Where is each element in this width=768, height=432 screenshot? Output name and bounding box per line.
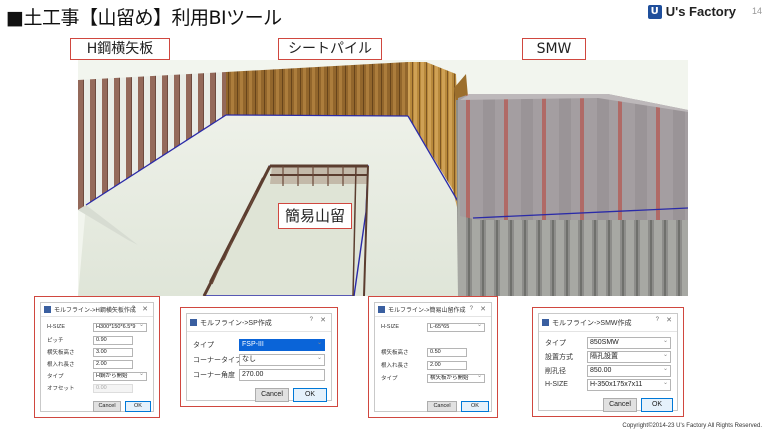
- field-label: オフセット: [47, 386, 75, 392]
- smw-dialog-frame: モルフライン->SMW作成 ? ✕ タイプ 850SMW 設置方式 隔孔設置 削…: [532, 307, 684, 417]
- field-row: 横矢板高さ 0.50: [381, 347, 485, 357]
- field-label: 削孔径: [545, 367, 566, 375]
- field-row: H-SIZE L-65*65: [381, 322, 485, 332]
- dialog-title: モルフライン->SMW作成: [552, 319, 632, 327]
- field-label: コーナータイプ: [193, 356, 242, 364]
- field-label: 根入れ長さ: [47, 362, 75, 368]
- cancel-button[interactable]: Cancel: [255, 388, 289, 402]
- install-method-select[interactable]: 隔孔設置: [587, 350, 671, 363]
- lagging-height-input[interactable]: 0.50: [427, 347, 467, 357]
- field-row: 根入れ長さ 2.00: [47, 359, 147, 369]
- ok-button[interactable]: OK: [641, 398, 673, 412]
- page-title: ■土工事【山留め】利用BIツール: [6, 7, 282, 29]
- close-icon[interactable]: ✕: [142, 305, 148, 313]
- bore-diameter-select[interactable]: 850.00: [587, 364, 671, 377]
- type-select[interactable]: 横矢板から開始: [427, 373, 485, 383]
- dialog-titlebar: モルフライン->H鋼横矢板作成 ? ✕: [41, 303, 153, 317]
- ok-button[interactable]: OK: [293, 388, 327, 402]
- close-icon[interactable]: ✕: [666, 316, 672, 324]
- smw-dialog: モルフライン->SMW作成 ? ✕ タイプ 850SMW 設置方式 隔孔設置 削…: [538, 313, 678, 412]
- field-row: H-SIZE H-350x175x7x11: [545, 378, 671, 391]
- field-row: ピッチ 0.90: [47, 335, 147, 345]
- help-icon[interactable]: ?: [132, 306, 135, 312]
- field-label: 根入れ長さ: [381, 363, 409, 369]
- type-select[interactable]: 850SMW: [587, 336, 671, 349]
- offset-input[interactable]: 0.00: [93, 383, 133, 393]
- dialog-title: モルフライン->簡易山留作成: [388, 308, 466, 314]
- hsteel-dialog: モルフライン->H鋼横矢板作成 ? ✕ H-SIZE H300*150*6.5*…: [40, 302, 154, 412]
- label-smw: SMW: [522, 38, 586, 60]
- brand-name: U's Factory: [665, 4, 736, 19]
- type-select[interactable]: H鋼から開始: [93, 371, 147, 381]
- pitch-input[interactable]: 0.90: [93, 335, 133, 345]
- help-icon[interactable]: ?: [656, 317, 659, 323]
- field-label: 設置方式: [545, 353, 573, 361]
- ok-button[interactable]: OK: [125, 401, 151, 412]
- field-row: コーナータイプ なし: [193, 353, 325, 366]
- dialog-title: モルフライン->H鋼横矢板作成: [54, 308, 136, 314]
- app-icon: [378, 306, 385, 313]
- label-simple-shoring: 簡易山留: [278, 203, 352, 229]
- field-row: H-SIZE H300*150*6.5*9: [47, 322, 147, 332]
- field-label: H-SIZE: [47, 324, 66, 330]
- field-row: オフセット 0.00: [47, 383, 147, 393]
- corner-type-select[interactable]: なし: [239, 353, 325, 366]
- dialog-titlebar: モルフライン->SP作成 ? ✕: [187, 314, 331, 332]
- field-label: H-SIZE: [381, 324, 400, 330]
- field-label: 横矢板高さ: [47, 350, 75, 356]
- field-row: 削孔径 850.00: [545, 364, 671, 377]
- dialog-title: モルフライン->SP作成: [200, 319, 272, 327]
- dialog-titlebar: モルフライン->簡易山留作成 ? ✕: [375, 303, 491, 317]
- app-icon: [190, 319, 197, 326]
- field-label: タイプ: [193, 341, 214, 349]
- label-sheet-pile: シートパイル: [278, 38, 382, 60]
- field-row: タイプ H鋼から開始: [47, 371, 147, 381]
- field-row: タイプ 横矢板から開始: [381, 373, 485, 383]
- sp-dialog-frame: モルフライン->SP作成 ? ✕ タイプ FSP-III コーナータイプ なし …: [180, 307, 338, 407]
- copyright: Copyright©2014-23 U's Factory All Rights…: [622, 423, 762, 429]
- corner-angle-input[interactable]: 270.00: [239, 368, 325, 381]
- field-row: コーナー角度 270.00: [193, 368, 325, 381]
- h-size-select[interactable]: L-65*65: [427, 322, 485, 332]
- field-label: タイプ: [47, 374, 64, 380]
- lagging-height-input[interactable]: 3.00: [93, 347, 133, 357]
- hsteel-dialog-frame: モルフライン->H鋼横矢板作成 ? ✕ H-SIZE H300*150*6.5*…: [34, 296, 160, 418]
- field-label: タイプ: [545, 339, 566, 347]
- dialog-titlebar: モルフライン->SMW作成 ? ✕: [539, 314, 677, 332]
- help-icon[interactable]: ?: [310, 317, 313, 323]
- page-number: 14: [751, 6, 762, 16]
- help-icon[interactable]: ?: [470, 306, 473, 312]
- embed-length-input[interactable]: 2.00: [93, 359, 133, 369]
- cancel-button[interactable]: Cancel: [427, 401, 457, 412]
- field-row: タイプ FSP-III: [193, 338, 325, 351]
- app-icon: [44, 306, 51, 313]
- app-icon: [542, 319, 549, 326]
- field-label: H-SIZE: [545, 381, 568, 388]
- sp-dialog: モルフライン->SP作成 ? ✕ タイプ FSP-III コーナータイプ なし …: [186, 313, 332, 402]
- field-row: 設置方式 隔孔設置: [545, 350, 671, 363]
- simple-dialog-frame: モルフライン->簡易山留作成 ? ✕ H-SIZE L-65*65 横矢板高さ …: [368, 296, 498, 418]
- brand-logo-icon: U: [647, 4, 662, 19]
- field-label: 横矢板高さ: [381, 350, 409, 356]
- h-size-select[interactable]: H-350x175x7x11: [587, 378, 671, 391]
- excavation-3d-view: [78, 60, 688, 296]
- field-label: タイプ: [381, 376, 398, 382]
- close-icon[interactable]: ✕: [480, 305, 486, 313]
- embed-length-input[interactable]: 2.00: [427, 360, 467, 370]
- close-icon[interactable]: ✕: [320, 316, 326, 324]
- cancel-button[interactable]: Cancel: [93, 401, 121, 412]
- simple-dialog: モルフライン->簡易山留作成 ? ✕ H-SIZE L-65*65 横矢板高さ …: [374, 302, 492, 412]
- field-label: ピッチ: [47, 338, 64, 344]
- brand: U U's Factory: [647, 4, 736, 19]
- label-h-steel: H鋼横矢板: [70, 38, 170, 60]
- h-size-select[interactable]: H300*150*6.5*9: [93, 322, 147, 332]
- field-row: 横矢板高さ 3.00: [47, 347, 147, 357]
- type-select[interactable]: FSP-III: [239, 338, 325, 351]
- ok-button[interactable]: OK: [461, 401, 489, 412]
- cancel-button[interactable]: Cancel: [603, 398, 637, 412]
- field-row: 根入れ長さ 2.00: [381, 360, 485, 370]
- field-label: コーナー角度: [193, 371, 235, 379]
- field-row: タイプ 850SMW: [545, 336, 671, 349]
